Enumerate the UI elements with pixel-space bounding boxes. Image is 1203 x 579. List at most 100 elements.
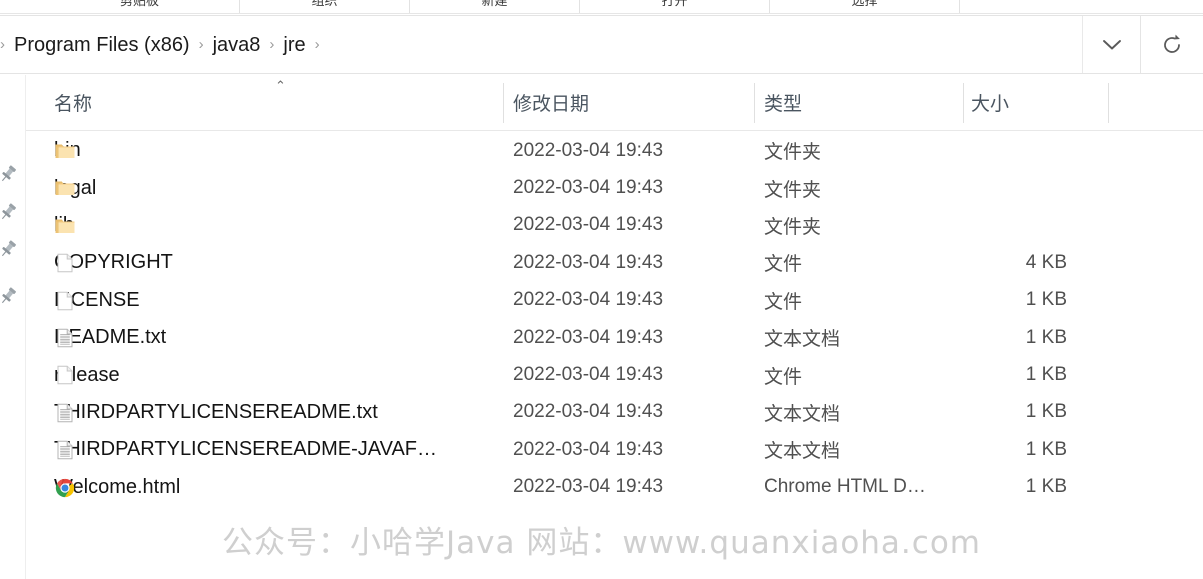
column-header-0[interactable]: 名称 [54,75,92,130]
watermark: 公众号：小哈学Java 网站：www.quanxiaoha.com [221,525,981,561]
file-name-cell[interactable]: bin [54,132,81,169]
refresh-button[interactable] [1141,16,1203,73]
file-date-cell: 2022-03-04 19:43 [513,139,664,161]
file-row[interactable]: bin 2022-03-04 19:43 文件夹 [26,132,1203,169]
folder-icon [54,215,76,237]
column-header-1[interactable]: 修改日期 [513,75,589,130]
ribbon-group-0[interactable]: 剪贴板 [40,0,240,14]
blank-file-icon [57,291,73,310]
pushpin-icon [1,240,16,257]
file-date-cell: 2022-03-04 19:43 [513,364,664,386]
file-type-cell: 文本文档 [764,329,841,351]
address-history-dropdown-button[interactable] [1082,16,1141,73]
file-size-cell [936,132,1067,169]
file-date-cell: 2022-03-04 19:43 [513,401,664,423]
text-document-icon [57,328,73,348]
breadcrumb-item-program-files[interactable]: Program Files (x86) [9,35,195,55]
column-header-3[interactable]: 大小 [971,75,1009,130]
chrome-icon [55,478,75,497]
file-type-cell: 文本文档 [764,403,841,425]
ribbon-group-3[interactable]: 打开 [580,0,770,14]
pinned-item-1[interactable] [0,201,19,223]
file-row[interactable]: README.txt 2022-03-04 19:43 文本文档 1 KB [26,319,1203,356]
file-list[interactable]: bin 2022-03-04 19:43 文件夹 legal 2022-03-04 19… [26,132,1203,512]
column-divider-1[interactable] [503,83,504,123]
column-divider-2[interactable] [754,83,755,123]
breadcrumb-item-java8[interactable]: java8 [208,35,266,55]
file-type-cell: 文件 [764,254,803,276]
file-row[interactable]: COPYRIGHT 2022-03-04 19:43 文件 4 KB [26,244,1203,281]
folder-icon [54,140,76,162]
breadcrumb-separator-3[interactable]: › [311,37,324,52]
address-bar: › Program Files (x86) › java8 › jre › [0,15,1203,74]
blank-file-icon [57,366,73,385]
text-document-icon [54,439,76,461]
file-name-cell[interactable]: Welcome.html [54,469,180,506]
file-size-cell: 1 KB [1025,438,1067,460]
file-row[interactable]: LICENSE 2022-03-04 19:43 文件 1 KB [26,282,1203,319]
column-divider-3[interactable] [963,83,964,123]
file-type-cell: 文件 [764,291,803,313]
pushpin-icon [1,165,16,182]
file-date-cell: 2022-03-04 19:43 [513,326,664,348]
ribbon-divider [0,13,1203,14]
navigation-pane[interactable] [0,75,26,579]
file-size-cell [936,207,1067,244]
text-document-icon [54,402,76,424]
blank-file-icon [57,253,73,273]
file-type-cell: 文件夹 [764,142,822,164]
pinned-item-0[interactable] [0,163,19,185]
file-size-cell: 1 KB [1025,364,1067,386]
breadcrumb-separator-0[interactable]: › [0,37,9,52]
file-date-cell: 2022-03-04 19:43 [513,476,664,498]
file-date-cell: 2022-03-04 19:43 [513,214,664,236]
file-row[interactable]: release 2022-03-04 19:43 文件 1 KB [26,356,1203,393]
breadcrumb-item-jre[interactable]: jre [278,35,310,55]
file-type-cell: 文件 [764,366,803,388]
file-name-cell[interactable]: legal [54,169,96,206]
blank-file-icon [54,252,76,274]
column-divider-4[interactable] [1108,83,1109,123]
breadcrumb-separator-1[interactable]: › [195,37,208,52]
file-name-cell[interactable]: THIRDPARTYLICENSEREADME-JAVAF… [54,431,437,468]
file-size-cell: 4 KB [1025,251,1067,273]
folder-icon [55,181,75,196]
file-row[interactable]: Welcome.html 2022-03-04 19:43 Chrome HTML … [26,469,1203,506]
text-document-icon [54,327,76,349]
file-name-cell[interactable]: release [54,356,120,393]
file-name-cell[interactable]: THIRDPARTYLICENSEREADME.txt [54,394,378,431]
file-explorer-window: 剪贴板 组织 新建 打开 选择 › Program Files (x86) › java… [0,0,1203,579]
text-document-icon [57,440,73,460]
pushpin-icon [1,287,16,304]
file-type-cell: 文本文档 [764,441,841,463]
file-date-cell: 2022-03-04 19:43 [513,177,664,199]
chevron-down-icon [1103,39,1121,49]
file-name-cell[interactable]: COPYRIGHT [54,244,173,281]
file-size-cell: 1 KB [1025,289,1067,311]
file-name-cell[interactable]: LICENSE [54,282,140,319]
breadcrumb[interactable]: › Program Files (x86) › java8 › jre › [0,16,1141,73]
file-row[interactable]: THIRDPARTYLICENSEREADME.txt 2022-03-04 19… [26,394,1203,431]
file-name-cell[interactable]: README.txt [54,319,166,356]
ribbon-group-2[interactable]: 新建 [410,0,580,14]
file-row[interactable]: legal 2022-03-04 19:43 文件夹 [26,169,1203,206]
file-size-cell: 1 KB [1025,476,1067,498]
file-type-cell: 文件夹 [764,216,822,238]
breadcrumb-separator-2[interactable]: › [265,37,278,52]
ribbon-group-4[interactable]: 选择 [770,0,960,14]
file-name-cell[interactable]: lib [54,207,76,244]
column-header-row: ⌃ 名称 修改日期 类型 大小 [26,75,1203,131]
refresh-icon [1164,34,1180,53]
column-header-2[interactable]: 类型 [764,75,802,130]
file-date-cell: 2022-03-04 19:43 [513,438,664,460]
file-date-cell: 2022-03-04 19:43 [513,289,664,311]
blank-file-icon [54,364,76,386]
file-row[interactable]: THIRDPARTYLICENSEREADME-JAVAF… 2022-03-04… [26,431,1203,468]
chrome-icon [54,477,76,499]
pinned-item-2[interactable] [0,238,19,260]
file-type-cell: 文件夹 [764,179,822,201]
file-row[interactable]: lib 2022-03-04 19:43 文件夹 [26,207,1203,244]
file-date-cell: 2022-03-04 19:43 [513,251,664,273]
ribbon-group-1[interactable]: 组织 [240,0,410,14]
pinned-item-3[interactable] [0,285,19,307]
